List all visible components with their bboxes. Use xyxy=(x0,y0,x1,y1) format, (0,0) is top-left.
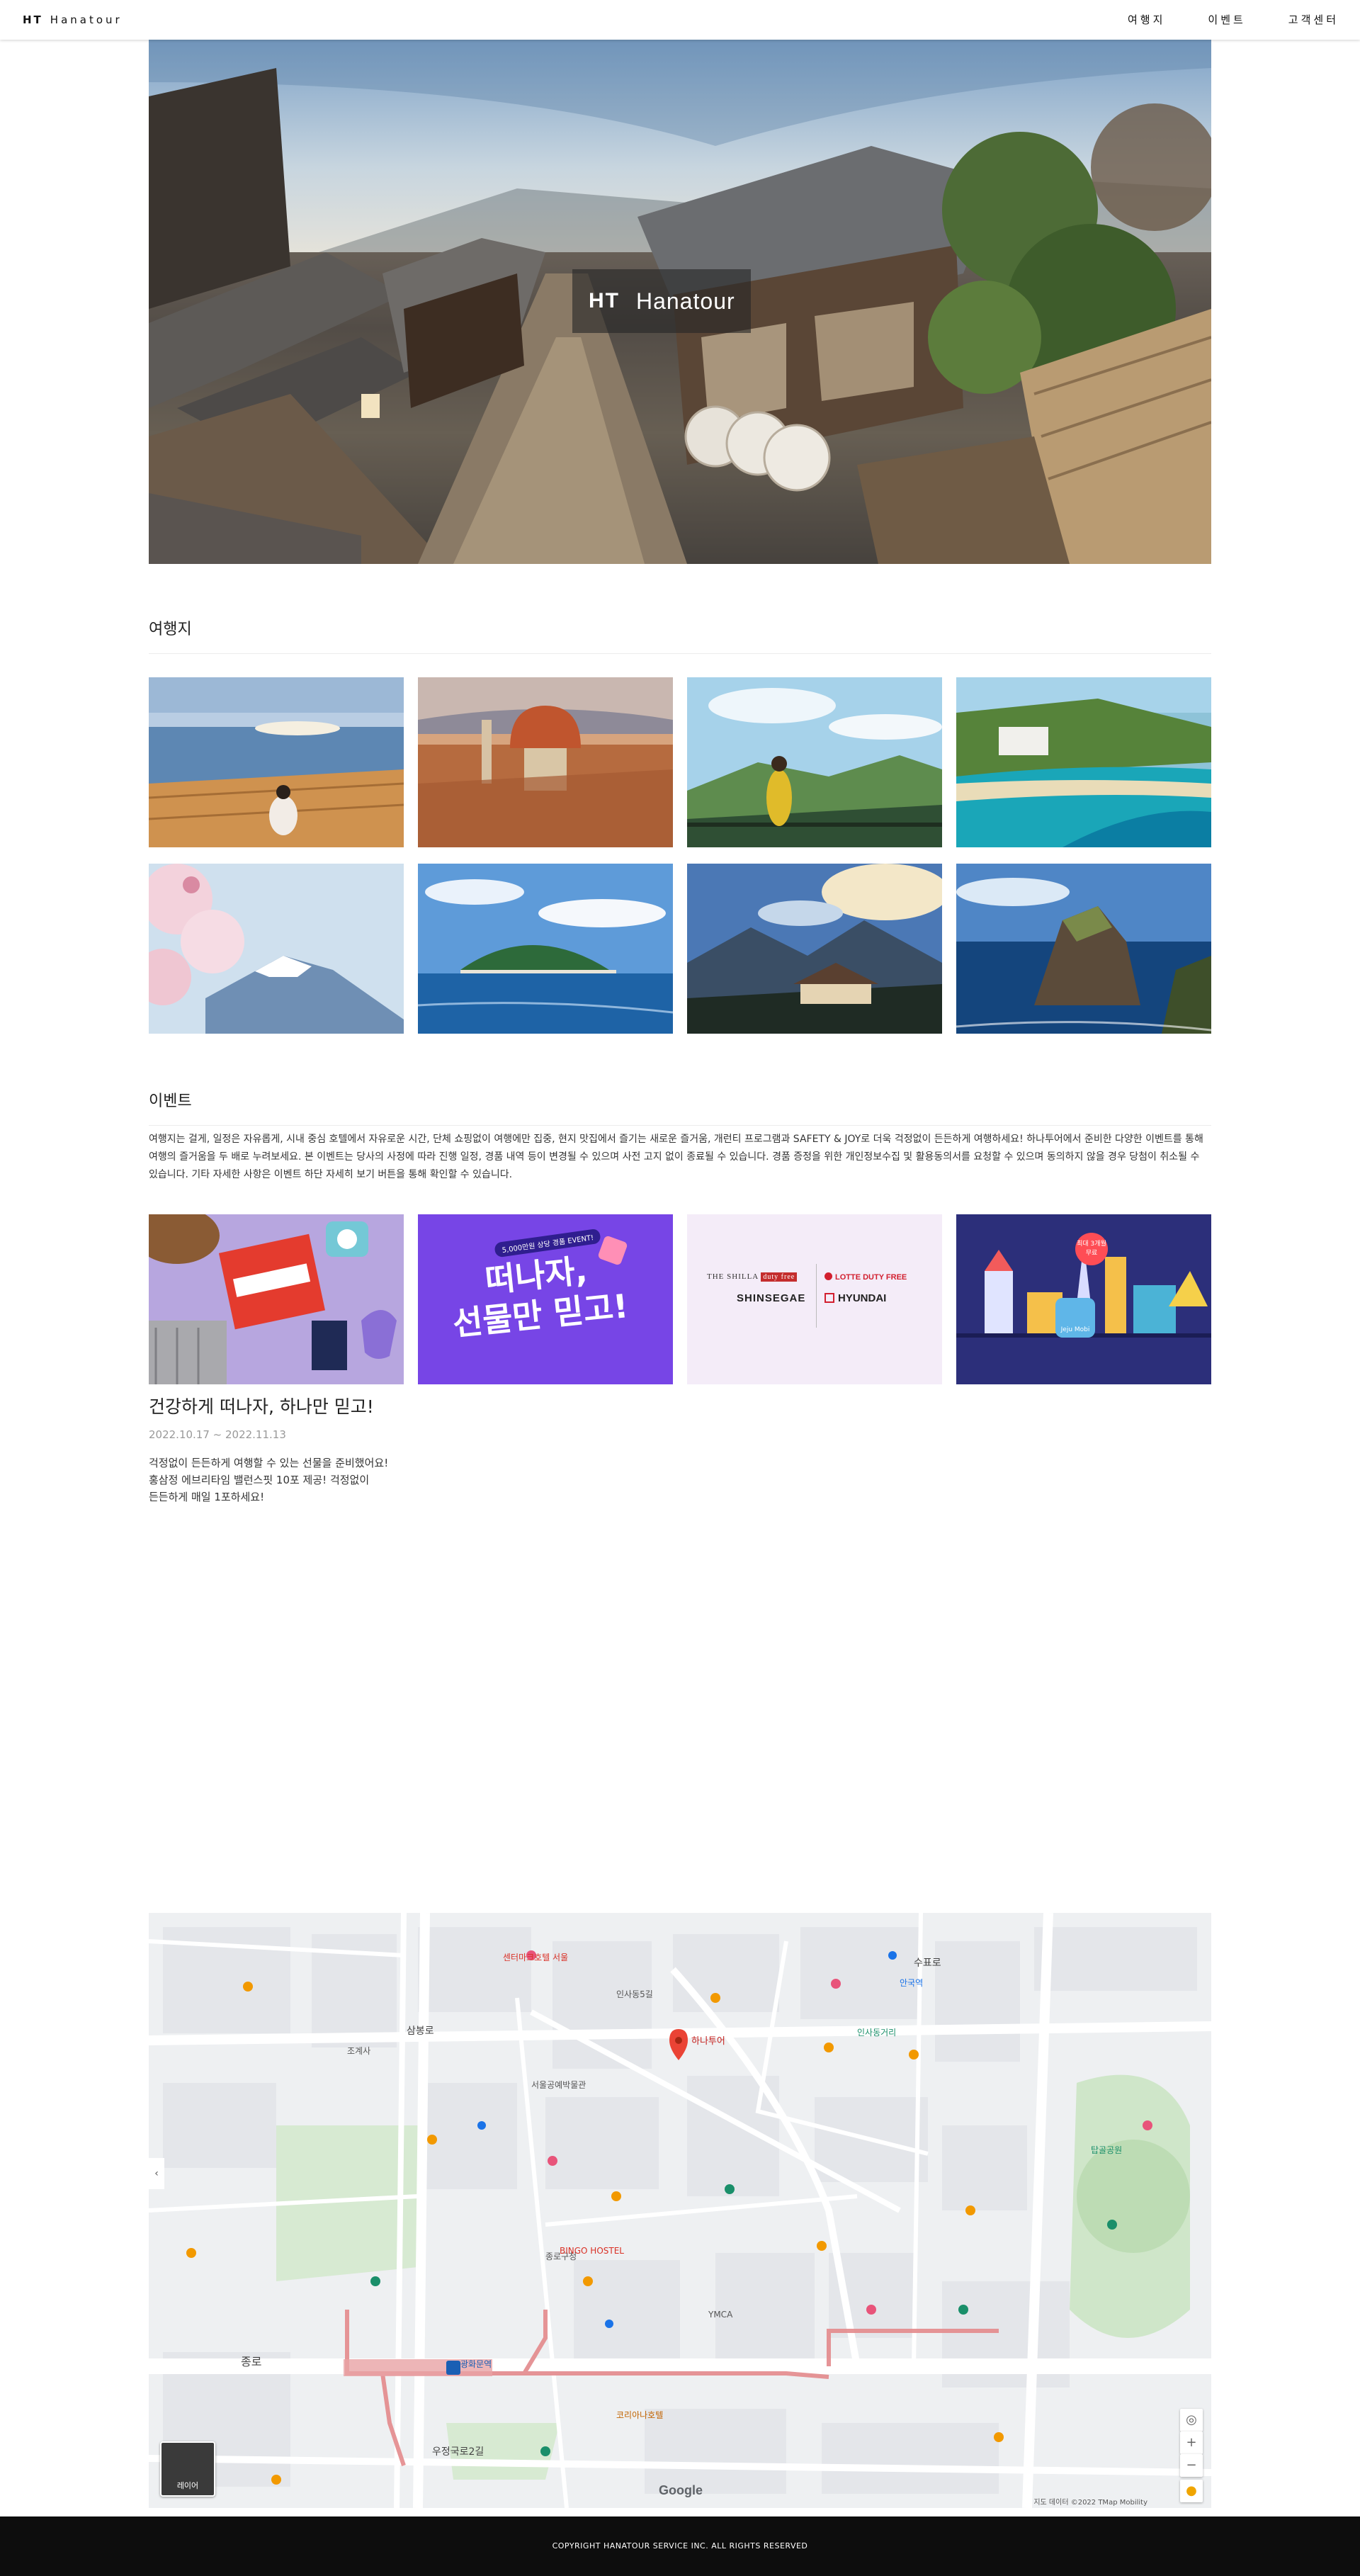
brand-logo[interactable]: HT Hanatour xyxy=(23,0,123,40)
street-view-pegman-icon[interactable]: ● xyxy=(1180,2480,1203,2502)
destination-card-1[interactable] xyxy=(149,677,404,847)
map-label-road: 삼봉로 xyxy=(407,2026,434,2037)
destination-card-5[interactable] xyxy=(149,864,404,1034)
map-label-road: 종로 xyxy=(241,2355,262,2368)
destination-card-2[interactable] xyxy=(418,677,673,847)
map-label-place: 조계사 xyxy=(347,2046,371,2056)
hero-logo: HT Hanatour xyxy=(572,269,751,333)
green-hills-photo-icon xyxy=(687,677,942,847)
map-label-place: 안국역 xyxy=(900,1978,924,1988)
hyundai-logo: HYUNDAI xyxy=(824,1292,886,1304)
events-description: 여행지는 걸게, 일정은 자유롭게, 시내 중심 호텔에서 자유로운 시간, 단… xyxy=(149,1134,1203,1180)
map-label-place: 센터마크호텔 서울 xyxy=(503,1953,569,1962)
event-card-4-badge-line1: 최대 3개월 xyxy=(1077,1241,1106,1248)
map-canvas xyxy=(149,1913,1211,2508)
hero-logo-mark: HT xyxy=(589,289,620,312)
island-sea-photo-icon xyxy=(418,864,673,1034)
seaside-deck-photo-icon xyxy=(149,677,404,847)
event-card-4-device: Jeju Mobi xyxy=(1055,1298,1095,1338)
event-card-4-badge-line2: 무료 xyxy=(1085,1250,1098,1257)
featured-desc-line: 홍삼정 에브리타임 밸런스핏 10포 제공! 걱정없이 xyxy=(149,1474,370,1486)
hyundai-mark-icon xyxy=(824,1293,834,1303)
destination-card-3[interactable] xyxy=(687,677,942,847)
map-label-road: 인사동5길 xyxy=(616,1989,653,1999)
destination-card-7[interactable] xyxy=(687,864,942,1034)
event-card-1[interactable] xyxy=(149,1214,404,1384)
map-collapse-arrow-icon[interactable]: ‹ xyxy=(149,2158,164,2189)
travel-items-photo-icon xyxy=(149,1214,404,1384)
cathedral-city-photo-icon xyxy=(418,677,673,847)
destinations-title: 여행지 xyxy=(149,616,1211,654)
map-zoom-out-button[interactable]: − xyxy=(1180,2454,1203,2477)
map-label-place: 서울공예박물관 xyxy=(531,2080,586,2090)
lotte-mark-icon xyxy=(824,1272,832,1280)
menu-item-destinations[interactable]: 여행지 xyxy=(1128,0,1165,40)
featured-event-date: 2022.10.17 ~ 2022.11.13 xyxy=(149,1428,286,1441)
menu-item-customer-center[interactable]: 고객센터 xyxy=(1288,0,1339,40)
map-label-place: 탑골공원 xyxy=(1091,2145,1123,2155)
shilla-logo: THE SHILLA duty free xyxy=(707,1272,798,1282)
map-layer-toggle[interactable]: 레이어 xyxy=(160,2441,215,2497)
featured-event-description: 걱정없이 든든하게 여행할 수 있는 선물을 준비했어요! 홍삼정 에브리타임 … xyxy=(149,1454,432,1506)
destination-card-6[interactable] xyxy=(418,864,673,1034)
shilla-tag: duty free xyxy=(761,1272,798,1282)
featured-desc-line: 든든하게 매일 1포하세요! xyxy=(149,1491,265,1503)
map-zoom-in-button[interactable]: + xyxy=(1180,2431,1203,2454)
hyundai-name: HYUNDAI xyxy=(838,1292,887,1304)
featured-desc-line: 걱정없이 든든하게 여행할 수 있는 선물을 준비했어요! xyxy=(149,1457,389,1469)
map-layer-label: 레이어 xyxy=(176,2481,199,2490)
event-card-4[interactable]: Jeju Mobi 최대 3개월 무료 xyxy=(956,1214,1211,1384)
lotte-logo: LOTTE DUTY FREE xyxy=(824,1272,907,1282)
brand-mark: HT xyxy=(23,13,43,26)
destination-card-8[interactable] xyxy=(956,864,1211,1034)
lotte-name: LOTTE DUTY FREE xyxy=(835,1273,907,1282)
shilla-name: THE SHILLA xyxy=(707,1272,759,1281)
map-locate-button[interactable]: ◎ xyxy=(1180,2409,1203,2431)
map-label-place: YMCA xyxy=(708,2310,733,2320)
event-card-2-headline: 떠나자, 선물만 믿고! xyxy=(418,1243,662,1348)
map-pin-label: 하나투어 xyxy=(691,2036,725,2047)
resort-coast-photo-icon xyxy=(956,677,1211,847)
menu-item-events[interactable]: 이벤트 xyxy=(1208,0,1245,40)
footer-copyright: COPYRIGHT HANATOUR SERVICE INC. ALL RIGH… xyxy=(552,2541,808,2550)
event-card-2[interactable]: 5,000만원 상당 경품 EVENT! 떠나자, 선물만 믿고! xyxy=(418,1214,673,1384)
mountain-house-photo-icon xyxy=(687,864,942,1034)
events-title: 이벤트 xyxy=(149,1088,1211,1126)
event-card-4-badge: 최대 3개월 무료 xyxy=(1075,1233,1108,1265)
map-label-road: 수표로 xyxy=(914,1958,941,1969)
main-menu: 여행지 이벤트 고객센터 xyxy=(1085,0,1339,40)
rocky-island-photo-icon xyxy=(956,864,1211,1034)
hero-logo-name: Hanatour xyxy=(636,288,735,314)
map-label-place: 광화문역 xyxy=(460,2359,492,2369)
hero-banner: HT Hanatour xyxy=(149,40,1211,564)
logo-divider xyxy=(816,1264,817,1328)
snowy-mountain-photo-icon xyxy=(149,864,404,1034)
map-label-road: 우정국로2길 xyxy=(432,2446,484,2458)
map-attribution: 지도 데이터 ©2022 TMap Mobility xyxy=(1033,2499,1148,2507)
map-label-place: 인사동거리 xyxy=(857,2028,897,2038)
brand-name: Hanatour xyxy=(50,13,123,26)
top-navigation-bar: HT Hanatour 여행지 이벤트 고객센터 xyxy=(0,0,1360,40)
location-map[interactable]: 삼봉로 종로 우정국로2길 인사동5길 수표로 서울공예박물관 탑골공원 하나투… xyxy=(149,1913,1211,2508)
shinsegae-logo: SHINSEGAE xyxy=(737,1292,806,1304)
map-label-place: 코리아나호텔 xyxy=(616,2410,664,2420)
destination-card-4[interactable] xyxy=(956,677,1211,847)
google-logo: Google xyxy=(659,2483,703,2497)
event-card-3[interactable]: THE SHILLA duty free LOTTE DUTY FREE SHI… xyxy=(687,1214,942,1384)
featured-event-title[interactable]: 건강하게 떠나자, 하나만 믿고! xyxy=(149,1393,374,1418)
map-label-place: BINGO HOSTEL xyxy=(560,2246,624,2256)
footer: COPYRIGHT HANATOUR SERVICE INC. ALL RIGH… xyxy=(0,2516,1360,2576)
